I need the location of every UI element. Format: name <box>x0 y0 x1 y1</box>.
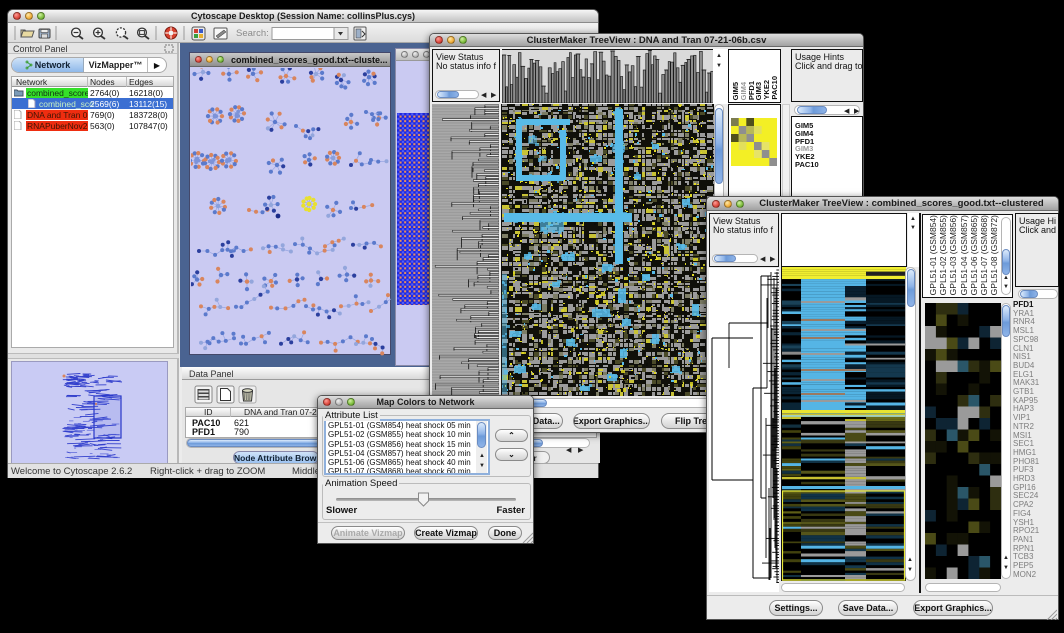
svg-text:Search:: Search: <box>236 28 269 39</box>
